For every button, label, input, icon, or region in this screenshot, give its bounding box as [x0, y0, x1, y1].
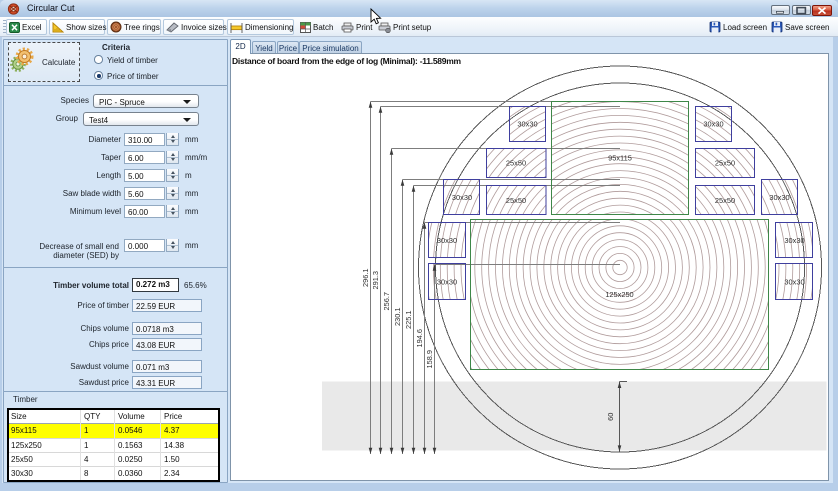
svg-text:30x30: 30x30	[437, 278, 457, 287]
svg-text:25x50: 25x50	[506, 196, 526, 205]
svg-text:25x50: 25x50	[715, 196, 735, 205]
svg-text:95x115: 95x115	[608, 154, 632, 163]
svg-text:125x250: 125x250	[605, 290, 633, 299]
svg-text:296.1: 296.1	[361, 269, 370, 288]
svg-text:30x30: 30x30	[703, 120, 723, 129]
svg-text:25x50: 25x50	[506, 159, 526, 168]
svg-text:30x30: 30x30	[517, 120, 537, 129]
svg-text:60: 60	[606, 413, 615, 421]
svg-text:30x30: 30x30	[784, 278, 804, 287]
svg-text:158.9: 158.9	[425, 350, 434, 369]
svg-text:30x30: 30x30	[452, 193, 472, 202]
svg-text:194.6: 194.6	[415, 329, 424, 348]
svg-text:30x30: 30x30	[784, 236, 804, 245]
svg-text:225.1: 225.1	[404, 311, 413, 330]
svg-text:291.3: 291.3	[371, 271, 380, 290]
svg-text:25x50: 25x50	[715, 159, 735, 168]
svg-text:256.7: 256.7	[382, 292, 391, 311]
svg-text:30x30: 30x30	[769, 193, 789, 202]
svg-text:230.1: 230.1	[393, 308, 402, 327]
svg-text:30x30: 30x30	[437, 236, 457, 245]
